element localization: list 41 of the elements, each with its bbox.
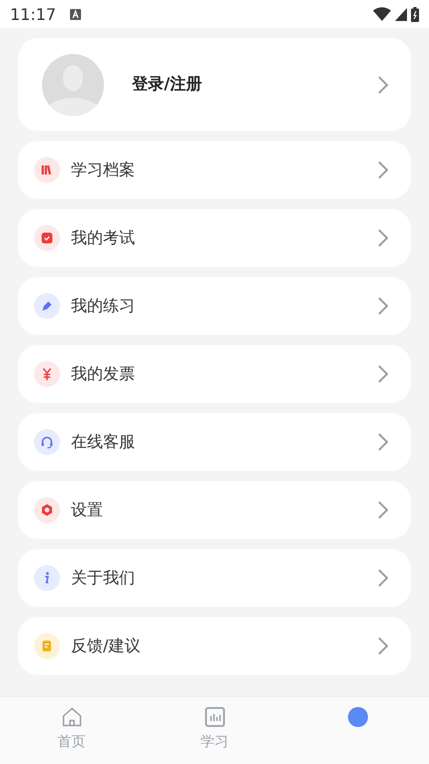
signal-icon	[395, 8, 407, 20]
menu-label: 反馈/建议	[71, 636, 140, 656]
info-icon	[34, 565, 60, 591]
menu-item[interactable]: 设置	[18, 481, 411, 539]
books-icon	[34, 157, 60, 183]
chevron-icon	[377, 636, 389, 656]
menu-item[interactable]: 学习档案	[18, 141, 411, 199]
status-time: 11:17	[10, 4, 56, 24]
headset-icon	[34, 429, 60, 455]
menu-item[interactable]: 我的发票	[18, 345, 411, 403]
menu-label: 学习档案	[71, 160, 135, 180]
chevron-icon	[377, 432, 389, 452]
menu-label: 我的考试	[71, 228, 135, 248]
chevron-icon	[377, 228, 389, 248]
menu-item[interactable]: 我的考试	[18, 209, 411, 267]
clipboard-icon	[34, 225, 60, 251]
menu-label: 在线客服	[71, 432, 135, 452]
menu-label: 我的练习	[71, 296, 135, 316]
battery-icon	[411, 6, 419, 22]
chevron-icon	[377, 74, 389, 94]
note-icon	[34, 633, 60, 659]
chevron-icon	[377, 296, 389, 316]
chart-icon	[202, 705, 226, 729]
menu-item[interactable]: 关于我们	[18, 549, 411, 607]
yen-icon	[34, 361, 60, 387]
chevron-icon	[377, 160, 389, 180]
notification-icon	[70, 8, 82, 20]
profile-card[interactable]: 登录/注册	[18, 38, 411, 131]
menu-item[interactable]: 反馈/建议	[18, 617, 411, 675]
menu-item[interactable]: 在线客服	[18, 413, 411, 471]
chevron-icon	[377, 364, 389, 384]
pen-icon	[34, 293, 60, 319]
wifi-icon	[373, 7, 391, 21]
chevron-icon	[377, 568, 389, 588]
menu-label: 关于我们	[71, 568, 135, 588]
menu-label: 设置	[71, 500, 103, 520]
login-label: 登录/注册	[132, 74, 202, 95]
menu-label: 我的发票	[71, 364, 135, 384]
settings-icon	[34, 497, 60, 523]
menu-item[interactable]: 我的练习	[18, 277, 411, 335]
chevron-icon	[377, 500, 389, 520]
